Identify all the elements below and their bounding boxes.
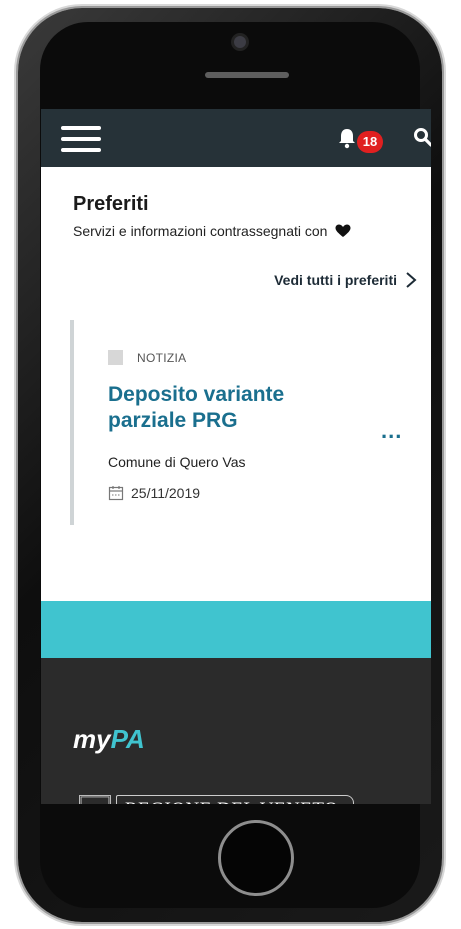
notification-badge: 18 <box>357 131 383 153</box>
page-title: Preferiti <box>73 193 149 215</box>
page-subtitle: Servizi e informazioni contrassegnati co… <box>73 223 351 239</box>
top-bar: 18 <box>41 109 431 167</box>
front-camera <box>234 36 246 48</box>
search-icon[interactable] <box>413 127 431 147</box>
card-organization: Comune di Quero Vas <box>108 454 246 470</box>
see-all-label: Vedi tutti i preferiti <box>274 272 397 288</box>
logo-my: my <box>73 724 111 754</box>
home-button[interactable] <box>218 820 294 896</box>
lion-emblem-icon <box>79 795 111 804</box>
mypa-logo: myPA <box>73 724 145 755</box>
card-date-text: 25/11/2019 <box>131 485 201 501</box>
region-name: REGIONE DEL VENETO <box>116 795 347 804</box>
logo-pa: PA <box>110 724 145 754</box>
accent-band <box>41 601 431 658</box>
type-marker <box>108 350 123 365</box>
region-logo: REGIONE DEL VENETO <box>79 794 395 804</box>
see-all-favorites-link[interactable]: Vedi tutti i preferiti <box>274 271 417 289</box>
footer: myPA REGIONE DEL VENETO <box>41 658 431 804</box>
region-badge-cap <box>346 795 355 804</box>
hamburger-icon[interactable] <box>61 126 101 152</box>
page-subtitle-text: Servizi e informazioni contrassegnati co… <box>73 223 328 239</box>
bell-icon[interactable] <box>337 127 357 149</box>
chevron-right-icon <box>406 272 417 288</box>
calendar-icon <box>108 486 124 501</box>
card-date: 25/11/2019 <box>108 485 200 501</box>
app-screen: 18 Preferiti Servizi e informazioni cont… <box>41 109 431 804</box>
phone-speaker <box>205 72 289 78</box>
card-type-label: NOTIZIA <box>137 350 187 365</box>
more-options-button[interactable]: ... <box>381 418 402 444</box>
favorite-card: NOTIZIA Deposito variante parziale PRG .… <box>70 320 414 525</box>
heart-icon <box>335 224 351 237</box>
card-title-link[interactable]: Deposito variante parziale PRG <box>108 382 338 434</box>
card-type: NOTIZIA <box>108 350 186 365</box>
